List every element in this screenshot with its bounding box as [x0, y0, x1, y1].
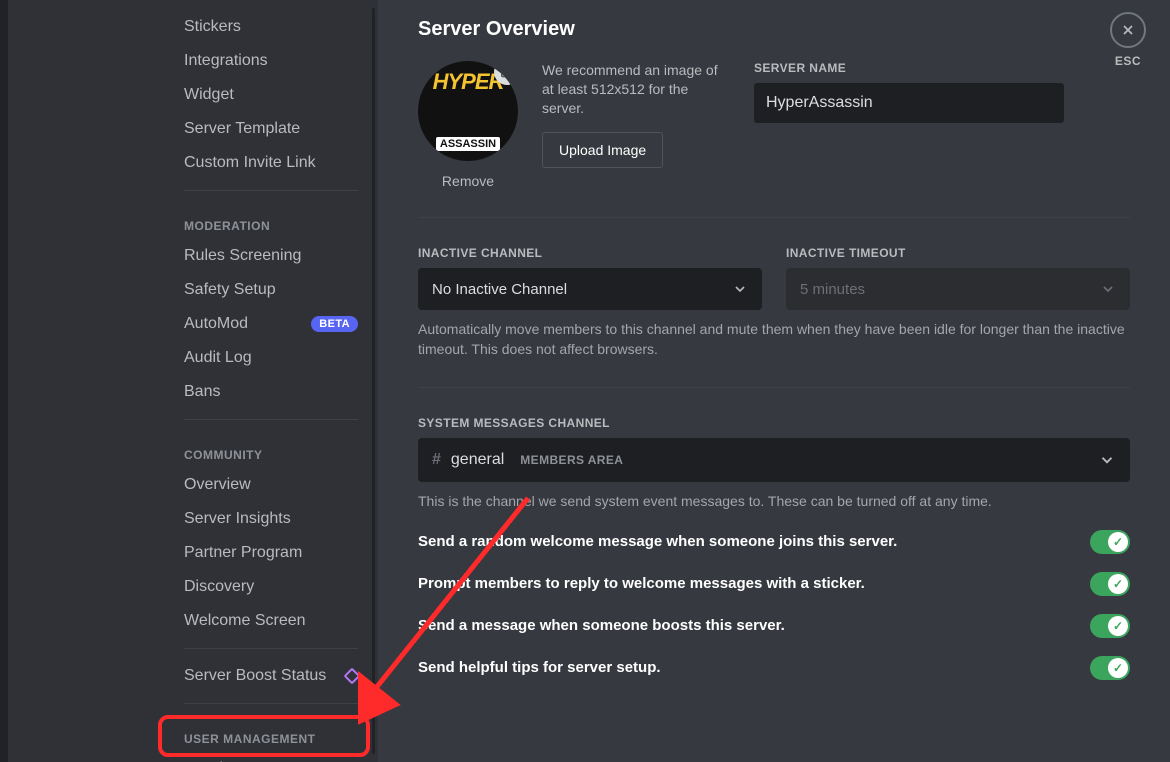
system-message-toggle-row: Send a message when someone boosts this …: [418, 614, 1130, 638]
sidebar-item-server-template[interactable]: Server Template: [178, 112, 364, 146]
sidebar-item-community-overview[interactable]: Overview: [178, 468, 364, 502]
server-avatar[interactable]: HYPER ASSASSIN: [418, 61, 518, 161]
sidebar-item-server-insights[interactable]: Server Insights: [178, 502, 364, 536]
esc-label: ESC: [1115, 54, 1141, 68]
divider: [184, 190, 358, 191]
chevron-down-icon: [1100, 281, 1116, 297]
sidebar-item-partner-program[interactable]: Partner Program: [178, 536, 364, 570]
sidebar-item-integrations[interactable]: Integrations: [178, 44, 364, 78]
sidebar-item-rules-screening[interactable]: Rules Screening: [178, 239, 364, 273]
system-message-toggle-row: Send helpful tips for server setup. ✓: [418, 656, 1130, 680]
system-channel-name: general: [451, 451, 504, 469]
sidebar-item-discovery[interactable]: Discovery: [178, 570, 364, 604]
inactive-channel-select[interactable]: No Inactive Channel: [418, 268, 762, 310]
settings-sidebar: Stickers Integrations Widget Server Temp…: [8, 0, 378, 762]
server-name-input[interactable]: [754, 83, 1064, 123]
boost-icon: [344, 668, 361, 685]
system-channel-category: MEMBERS AREA: [520, 453, 623, 467]
sidebar-item-stickers[interactable]: Stickers: [178, 10, 364, 44]
beta-badge: BETA: [311, 316, 358, 332]
guild-bar-sliver: [0, 0, 8, 762]
sidebar-item-widget[interactable]: Widget: [178, 78, 364, 112]
toggle-switch[interactable]: ✓: [1090, 614, 1130, 638]
avatar-text-bottom: ASSASSIN: [436, 137, 500, 151]
sidebar-item-members[interactable]: Members: [178, 752, 364, 762]
divider: [184, 419, 358, 420]
hash-icon: #: [432, 451, 441, 469]
system-message-toggle-row: Send a random welcome message when someo…: [418, 530, 1130, 554]
sidebar-item-welcome-screen[interactable]: Welcome Screen: [178, 604, 364, 638]
toggle-switch[interactable]: ✓: [1090, 572, 1130, 596]
toggle-label: Send helpful tips for server setup.: [418, 659, 661, 676]
system-messages-help-text: This is the channel we send system event…: [418, 492, 1130, 512]
section-header-moderation: Moderation: [178, 201, 364, 239]
sidebar-item-safety-setup[interactable]: Safety Setup: [178, 273, 364, 307]
upload-image-button[interactable]: Upload Image: [542, 132, 663, 168]
inactive-channel-label: Inactive Channel: [418, 246, 762, 260]
server-name-label: Server Name: [754, 61, 1064, 75]
sidebar-item-server-boost-status[interactable]: Server Boost Status: [178, 659, 364, 693]
settings-content: Server Overview HYPER ASSASSIN Remove We…: [378, 0, 1170, 762]
divider: [184, 648, 358, 649]
sidebar-item-bans[interactable]: Bans: [178, 375, 364, 409]
divider: [418, 387, 1130, 388]
close-icon: [1120, 22, 1136, 38]
chevron-down-icon: [1098, 451, 1116, 469]
system-message-toggle-row: Prompt members to reply to welcome messa…: [418, 572, 1130, 596]
divider: [184, 703, 358, 704]
toggle-switch[interactable]: ✓: [1090, 656, 1130, 680]
upload-image-icon[interactable]: [494, 61, 518, 85]
toggle-switch[interactable]: ✓: [1090, 530, 1130, 554]
divider: [418, 217, 1130, 218]
page-title: Server Overview: [418, 18, 1130, 41]
toggle-label: Send a random welcome message when someo…: [418, 533, 897, 550]
system-messages-label: System Messages Channel: [418, 416, 1130, 430]
sidebar-item-automod[interactable]: AutoMod BETA: [178, 307, 364, 341]
sidebar-item-custom-invite-link[interactable]: Custom Invite Link: [178, 146, 364, 180]
section-header-user-management: User Management: [178, 714, 364, 752]
section-header-community: Community: [178, 430, 364, 468]
chevron-down-icon: [732, 281, 748, 297]
avatar-text-top: HYPER: [433, 69, 504, 95]
toggle-label: Prompt members to reply to welcome messa…: [418, 575, 865, 592]
sidebar-item-audit-log[interactable]: Audit Log: [178, 341, 364, 375]
toggle-label: Send a message when someone boosts this …: [418, 617, 785, 634]
avatar-recommend-text: We recommend an image of at least 512x51…: [542, 61, 722, 118]
inactive-timeout-label: Inactive Timeout: [786, 246, 1130, 260]
system-messages-channel-select[interactable]: # general MEMBERS AREA: [418, 438, 1130, 482]
inactive-help-text: Automatically move members to this chann…: [418, 320, 1130, 359]
close-button[interactable]: [1110, 12, 1146, 48]
remove-avatar-link[interactable]: Remove: [442, 173, 494, 189]
inactive-timeout-select[interactable]: 5 minutes: [786, 268, 1130, 310]
